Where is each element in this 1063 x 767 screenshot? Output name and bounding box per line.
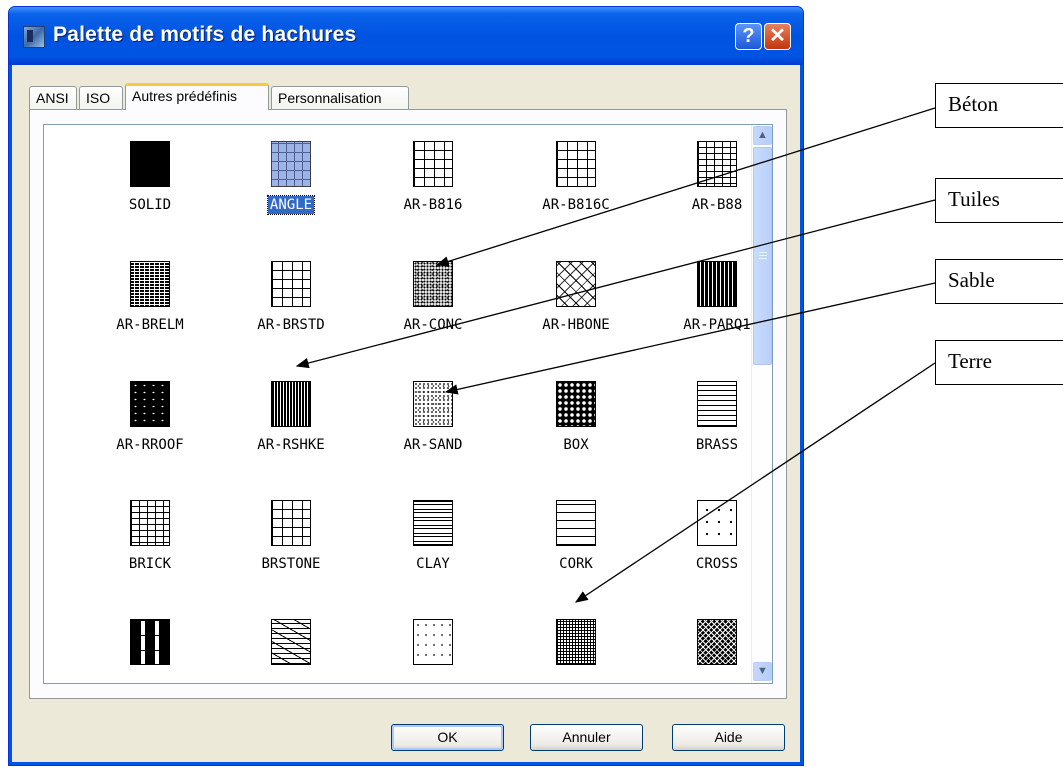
- arrow-terre: [574, 362, 936, 603]
- tab-autres-predefinis[interactable]: Autres prédéfinis: [125, 83, 269, 110]
- arrow-tuiles: [295, 199, 936, 369]
- arrow-sable: [444, 282, 936, 395]
- arrow-beton: [435, 107, 936, 267]
- annotation-arrows: [295, 107, 936, 603]
